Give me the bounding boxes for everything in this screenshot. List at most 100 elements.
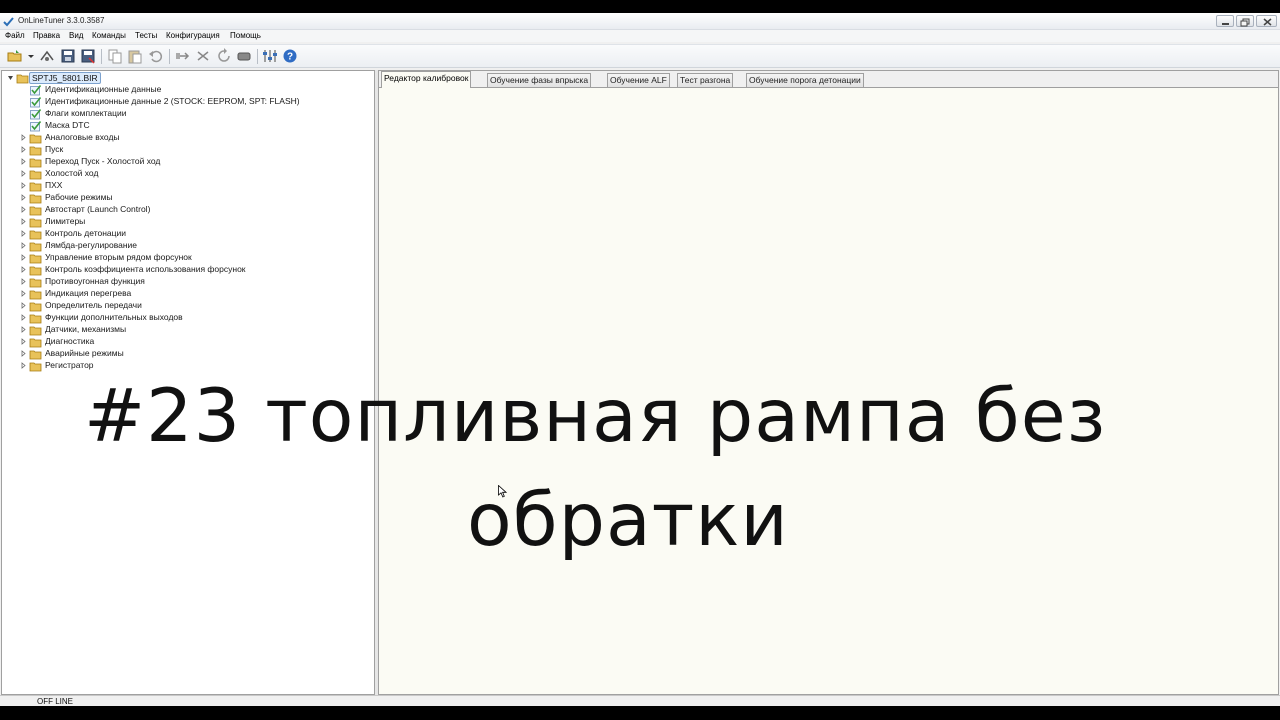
collapse-arrow-icon[interactable]: [7, 75, 14, 82]
tree-folder-item[interactable]: Автостарт (Launch Control): [21, 204, 369, 216]
checked-table-icon: [30, 121, 42, 132]
open-icon[interactable]: [7, 48, 23, 64]
tree-folder-item[interactable]: Регистратор: [21, 360, 369, 372]
help-icon[interactable]: ?: [282, 48, 298, 64]
expand-arrow-icon[interactable]: [20, 146, 27, 153]
tree-folder-item[interactable]: Функции дополнительных выходов: [21, 312, 369, 324]
tree-folder-item[interactable]: Лямбда-регулирование: [21, 240, 369, 252]
minimize-icon: [1222, 23, 1229, 25]
expand-arrow-icon[interactable]: [20, 338, 27, 345]
save-icon[interactable]: [60, 48, 76, 64]
tab-injection-phase-learning[interactable]: Обучение фазы впрыска: [487, 73, 592, 87]
expand-arrow-icon[interactable]: [20, 254, 27, 261]
copy-icon[interactable]: [107, 48, 123, 64]
expand-arrow-icon[interactable]: [20, 170, 27, 177]
expand-arrow-icon[interactable]: [20, 206, 27, 213]
tree-item-label: Лямбда-регулирование: [45, 240, 138, 250]
undo-icon[interactable]: [148, 48, 164, 64]
expand-arrow-icon[interactable]: [20, 182, 27, 189]
tree-item-label: Маска DTC: [45, 120, 90, 130]
minimize-button[interactable]: [1216, 15, 1234, 27]
ecu-icon[interactable]: [236, 48, 252, 64]
tree-table-item[interactable]: Идентификационные данные: [29, 84, 369, 96]
save-as-icon[interactable]: [80, 48, 96, 64]
tree-folder-item[interactable]: Датчики, механизмы: [21, 324, 369, 336]
checked-table-icon: [30, 109, 42, 120]
tree-item-label: Управление вторым рядом форсунок: [45, 252, 192, 262]
tab-alf-learning[interactable]: Обучение ALF: [607, 73, 670, 87]
expand-arrow-icon[interactable]: [20, 314, 27, 321]
tree-item-label: Автостарт (Launch Control): [45, 204, 151, 214]
tree-folder-item[interactable]: Холостой ход: [21, 168, 369, 180]
tree-folder-item[interactable]: Рабочие режимы: [21, 192, 369, 204]
folder-icon: [29, 314, 42, 324]
dropdown-arrow-icon[interactable]: [27, 48, 35, 64]
refresh-icon[interactable]: [216, 48, 232, 64]
tree-folder-item[interactable]: Противоугонная функция: [21, 276, 369, 288]
expand-arrow-icon[interactable]: [20, 218, 27, 225]
folder-icon: [29, 206, 42, 216]
menu-configuration[interactable]: Конфигурация: [166, 31, 220, 40]
menu-tests[interactable]: Тесты: [135, 31, 157, 40]
tree-folder-item[interactable]: Диагностика: [21, 336, 369, 348]
menu-bar: Файл Правка Вид Команды Тесты Конфигурац…: [0, 30, 1280, 42]
expand-arrow-icon[interactable]: [20, 362, 27, 369]
tree-table-item[interactable]: Идентификационные данные 2 (STOCK: EEPRO…: [29, 96, 369, 108]
folder-icon: [29, 266, 42, 276]
expand-arrow-icon[interactable]: [20, 350, 27, 357]
expand-arrow-icon[interactable]: [20, 278, 27, 285]
expand-arrow-icon[interactable]: [20, 230, 27, 237]
tree-root-label[interactable]: SPTJ5_5801.BIR: [29, 72, 101, 84]
restore-button[interactable]: [1236, 15, 1254, 27]
tree-folder-item[interactable]: Пуск: [21, 144, 369, 156]
folder-icon: [29, 182, 42, 192]
tab-calibration-editor[interactable]: Редактор калибровок: [381, 71, 472, 88]
expand-arrow-icon[interactable]: [20, 290, 27, 297]
expand-arrow-icon[interactable]: [20, 158, 27, 165]
checked-table-icon: [30, 85, 42, 96]
tree-folder-item[interactable]: Аналоговые входы: [21, 132, 369, 144]
folder-icon: [29, 170, 42, 180]
settings-icon[interactable]: [262, 48, 278, 64]
close-button[interactable]: [1256, 15, 1277, 27]
expand-arrow-icon[interactable]: [20, 266, 27, 273]
disconnect-icon[interactable]: [195, 48, 211, 64]
folder-icon: [29, 326, 42, 336]
tab-acceleration-test[interactable]: Тест разгона: [677, 73, 734, 87]
expand-arrow-icon[interactable]: [20, 302, 27, 309]
toolbar-separator: [169, 49, 170, 64]
menu-view[interactable]: Вид: [69, 31, 83, 40]
status-bar: OFF LINE: [0, 695, 1280, 706]
folder-icon: [29, 302, 42, 312]
expand-arrow-icon[interactable]: [20, 134, 27, 141]
menu-commands[interactable]: Команды: [92, 31, 126, 40]
tree-table-item[interactable]: Маска DTC: [29, 120, 369, 132]
tree-folder-item[interactable]: Контроль детонации: [21, 228, 369, 240]
tree-folder-item[interactable]: Индикация перегрева: [21, 288, 369, 300]
connect-icon[interactable]: [175, 48, 191, 64]
tab-knock-threshold-learning[interactable]: Обучение порога детонации: [746, 73, 864, 87]
read-ecu-icon[interactable]: [39, 48, 55, 64]
expand-arrow-icon[interactable]: [20, 194, 27, 201]
paste-icon[interactable]: [127, 48, 143, 64]
tree-table-item[interactable]: Флаги комплектации: [29, 108, 369, 120]
tree-folder-item[interactable]: ПХХ: [21, 180, 369, 192]
tree-folder-item[interactable]: Определитель передачи: [21, 300, 369, 312]
expand-arrow-icon[interactable]: [20, 326, 27, 333]
tree-item-label: Противоугонная функция: [45, 276, 145, 286]
menu-help[interactable]: Помощь: [230, 31, 261, 40]
expand-arrow-icon[interactable]: [20, 242, 27, 249]
tree-item-label: Лимитеры: [45, 216, 86, 226]
tree-folder-item[interactable]: Управление вторым рядом форсунок: [21, 252, 369, 264]
video-title-line-2: обратки: [467, 478, 789, 563]
folder-icon: [29, 146, 42, 156]
folder-icon: [29, 290, 42, 300]
video-title-line-1: #23 топливная рампа без: [84, 374, 1107, 459]
tree-folder-item[interactable]: Лимитеры: [21, 216, 369, 228]
tree-folder-item[interactable]: Переход Пуск - Холостой ход: [21, 156, 369, 168]
tree-item-label: Аналоговые входы: [45, 132, 120, 142]
menu-edit[interactable]: Правка: [33, 31, 60, 40]
tree-folder-item[interactable]: Контроль коэффициента использования форс…: [21, 264, 369, 276]
tree-folder-item[interactable]: Аварийные режимы: [21, 348, 369, 360]
menu-file[interactable]: Файл: [5, 31, 25, 40]
